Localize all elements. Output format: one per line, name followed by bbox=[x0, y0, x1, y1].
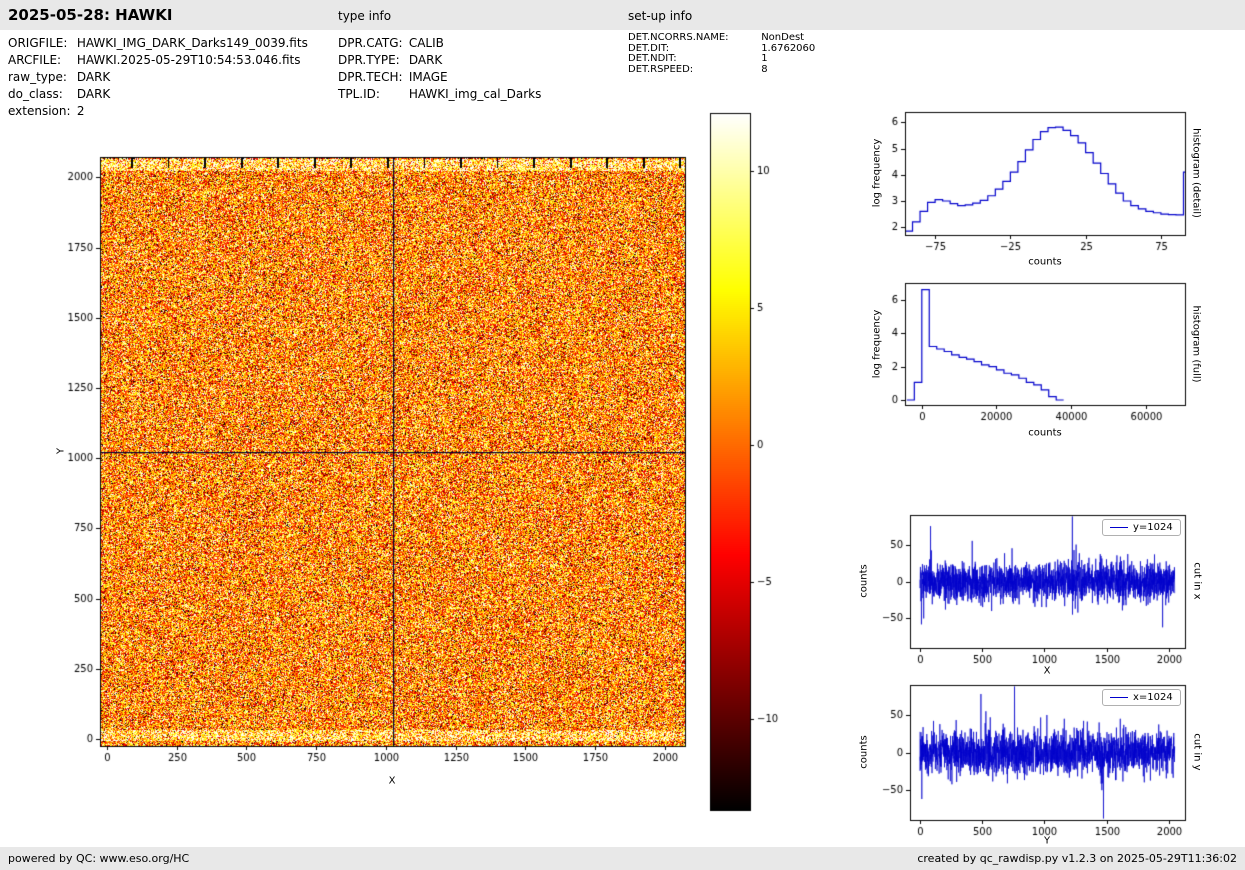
meta-row: DPR.TECH: IMAGE bbox=[338, 69, 541, 86]
cut-y-legend: x=1024 bbox=[1102, 689, 1181, 706]
meta-value: NonDest bbox=[761, 33, 804, 44]
meta-label: ORIGFILE: bbox=[8, 35, 73, 52]
meta-label: DET.NCORRS.NAME: bbox=[628, 33, 758, 44]
main-x-axis-label: X bbox=[389, 776, 396, 787]
meta-row: ORIGFILE: HAWKI_IMG_DARK_Darks149_0039.f… bbox=[8, 35, 308, 52]
meta-value: DARK bbox=[77, 69, 110, 86]
meta-row: TPL.ID: HAWKI_img_cal_Darks bbox=[338, 86, 541, 103]
header-bar: 2025-05-28: HAWKI type info set-up info bbox=[0, 0, 1245, 30]
meta-label: do_class: bbox=[8, 86, 73, 103]
meta-row: DET.NCORRS.NAME: NonDest bbox=[628, 33, 815, 44]
hist-full-side-label: histogram (full) bbox=[1191, 305, 1202, 382]
cut-y-side-label: cut in y bbox=[1192, 733, 1203, 770]
footer-bar: powered by QC: www.eso.org/HC created by… bbox=[0, 847, 1245, 870]
meta-label: DET.NDIT: bbox=[628, 54, 758, 65]
cut-y-y-axis-label: counts bbox=[859, 735, 870, 768]
hist-detail-side-label: histogram (detail) bbox=[1191, 128, 1202, 218]
qc-report-page: 2025-05-28: HAWKI type info set-up info … bbox=[0, 0, 1245, 870]
meta-label: ARCFILE: bbox=[8, 52, 73, 69]
meta-row: do_class: DARK bbox=[8, 86, 308, 103]
meta-value: IMAGE bbox=[409, 69, 448, 86]
footer-credit-left: powered by QC: www.eso.org/HC bbox=[8, 852, 189, 865]
meta-value: DARK bbox=[77, 86, 110, 103]
meta-value: HAWKI_IMG_DARK_Darks149_0039.fits bbox=[77, 35, 308, 52]
meta-value: HAWKI_img_cal_Darks bbox=[409, 86, 542, 103]
meta-value: HAWKI.2025-05-29T10:54:53.046.fits bbox=[77, 52, 301, 69]
meta-row: DET.RSPEED: 8 bbox=[628, 65, 815, 76]
main-y-axis-label: Y bbox=[56, 448, 67, 454]
cut-y-x-axis-label: Y bbox=[1044, 836, 1050, 847]
setup-info-heading: set-up info bbox=[628, 9, 692, 23]
meta-value: 1 bbox=[761, 54, 767, 65]
file-info-block: ORIGFILE: HAWKI_IMG_DARK_Darks149_0039.f… bbox=[8, 35, 308, 120]
meta-row: raw_type: DARK bbox=[8, 69, 308, 86]
hist-detail-x-axis-label: counts bbox=[1028, 257, 1061, 268]
cut-x-side-label: cut in x bbox=[1192, 562, 1203, 599]
meta-row: extension: 2 bbox=[8, 103, 308, 120]
meta-label: extension: bbox=[8, 103, 73, 120]
legend-line-icon bbox=[1110, 697, 1128, 698]
type-info-heading: type info bbox=[338, 9, 391, 23]
meta-label: DPR.TECH: bbox=[338, 69, 405, 86]
meta-value: 2 bbox=[77, 103, 85, 120]
cut-y-legend-label: x=1024 bbox=[1133, 692, 1173, 703]
meta-value: 1.6762060 bbox=[761, 44, 815, 55]
cut-x-legend-label: y=1024 bbox=[1133, 522, 1173, 533]
meta-value: CALIB bbox=[409, 35, 444, 52]
cut-x-legend: y=1024 bbox=[1102, 519, 1181, 536]
hist-full-y-axis-label: log frequency bbox=[872, 310, 883, 379]
hist-detail-y-axis-label: log frequency bbox=[872, 139, 883, 208]
legend-line-icon bbox=[1110, 527, 1128, 528]
meta-label: DET.RSPEED: bbox=[628, 65, 758, 76]
meta-value: 8 bbox=[761, 65, 767, 76]
type-info-block: DPR.CATG: CALIB DPR.TYPE: DARK DPR.TECH:… bbox=[338, 35, 541, 103]
hist-full-x-axis-label: counts bbox=[1028, 428, 1061, 439]
page-title: 2025-05-28: HAWKI bbox=[8, 6, 172, 24]
footer-credit-right: created by qc_rawdisp.py v1.2.3 on 2025-… bbox=[917, 852, 1237, 865]
cut-x-y-axis-label: counts bbox=[859, 564, 870, 597]
meta-label: DPR.TYPE: bbox=[338, 52, 405, 69]
meta-label: raw_type: bbox=[8, 69, 73, 86]
cut-x-x-axis-label: X bbox=[1044, 666, 1051, 677]
meta-label: DPR.CATG: bbox=[338, 35, 405, 52]
meta-row: DPR.CATG: CALIB bbox=[338, 35, 541, 52]
setup-info-block: DET.NCORRS.NAME: NonDest DET.DIT: 1.6762… bbox=[628, 33, 815, 75]
meta-value: DARK bbox=[409, 52, 442, 69]
meta-row: ARCFILE: HAWKI.2025-05-29T10:54:53.046.f… bbox=[8, 52, 308, 69]
meta-label: TPL.ID: bbox=[338, 86, 405, 103]
meta-row: DPR.TYPE: DARK bbox=[338, 52, 541, 69]
meta-row: DET.NDIT: 1 bbox=[628, 54, 815, 65]
